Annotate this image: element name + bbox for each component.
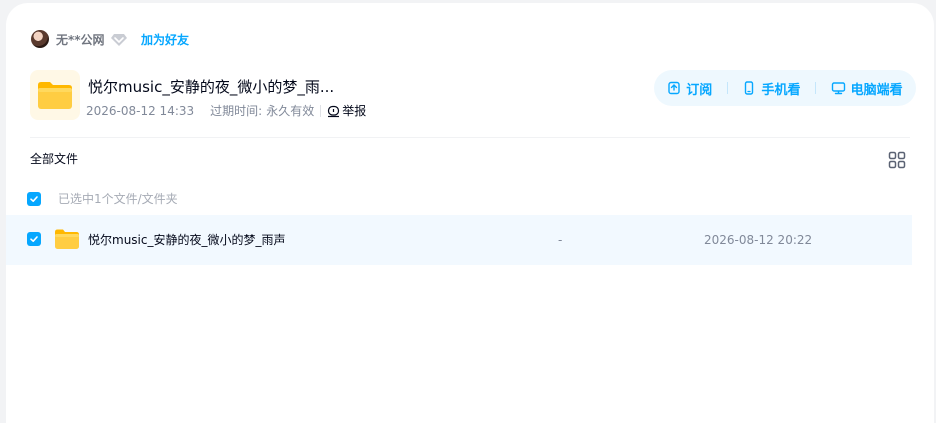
phone-icon bbox=[745, 81, 754, 95]
add-friend-link[interactable]: 加为好友 bbox=[141, 31, 189, 49]
user-name[interactable]: 无**公网 bbox=[56, 31, 105, 49]
pc-view-label: 电脑端看 bbox=[850, 82, 903, 98]
header-divider bbox=[30, 137, 910, 138]
share-page-card: 无**公网 加为好友 悦尔music_安静的夜_微小的梦_雨... 2026-0… bbox=[6, 3, 934, 423]
share-title: 悦尔music_安静的夜_微小的梦_雨... bbox=[88, 78, 335, 96]
checkbox-checked-icon bbox=[30, 196, 38, 202]
folder-icon bbox=[30, 70, 80, 120]
meta-divider bbox=[320, 105, 322, 117]
selection-count: 已选中1个文件/文件夹 bbox=[58, 192, 178, 206]
share-created-time: 2026-08-12 14:33 bbox=[86, 104, 195, 118]
diamond-vip-icon bbox=[110, 30, 128, 48]
file-name[interactable]: 悦尔music_安静的夜_微小的梦_雨声 bbox=[88, 232, 285, 248]
expire-value: 永久有效 bbox=[266, 104, 315, 118]
select-all-checkbox[interactable] bbox=[27, 192, 41, 206]
monitor-icon bbox=[831, 82, 845, 95]
action-divider bbox=[726, 82, 728, 94]
phone-view-label: 手机看 bbox=[761, 82, 801, 98]
subscribe-button[interactable]: 订阅 bbox=[667, 79, 712, 98]
action-bar: 订阅 手机看 电脑端看 bbox=[654, 70, 916, 106]
expire-label: 过期时间: bbox=[210, 104, 263, 118]
avatar[interactable] bbox=[31, 30, 49, 48]
file-modified-date: 2026-08-12 20:22 bbox=[704, 233, 813, 247]
pc-view-button[interactable]: 电脑端看 bbox=[831, 79, 903, 98]
folder-icon bbox=[54, 228, 80, 250]
report-button[interactable]: 举报 bbox=[327, 103, 366, 119]
phone-view-button[interactable]: 手机看 bbox=[742, 79, 800, 98]
grid-view-icon[interactable] bbox=[888, 151, 906, 169]
subscribe-icon bbox=[668, 81, 680, 95]
subscribe-label: 订阅 bbox=[686, 82, 713, 98]
file-size: - bbox=[558, 233, 563, 247]
report-icon bbox=[328, 105, 340, 117]
share-meta: 2026-08-12 14:33 过期时间: 永久有效 举报 bbox=[86, 103, 366, 119]
row-checkbox[interactable] bbox=[27, 232, 41, 246]
action-divider bbox=[815, 82, 817, 94]
checkbox-checked-icon bbox=[30, 236, 38, 242]
report-label: 举报 bbox=[342, 104, 367, 118]
breadcrumb-all-files[interactable]: 全部文件 bbox=[30, 151, 78, 167]
